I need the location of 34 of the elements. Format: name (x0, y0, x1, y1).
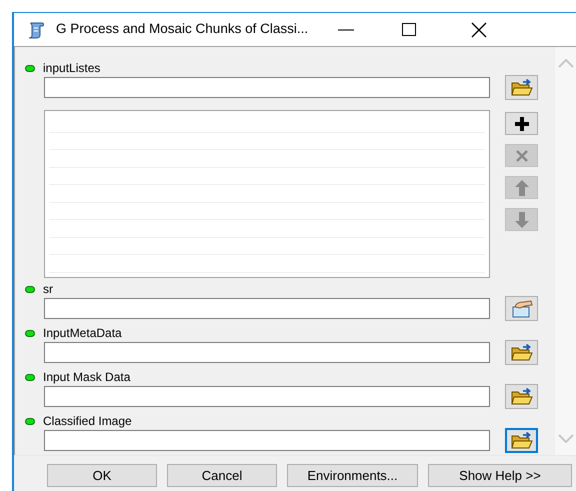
add-button[interactable] (505, 112, 538, 135)
folder-icon (510, 79, 532, 96)
spatial-reference-button[interactable] (505, 296, 538, 321)
dialog-button[interactable]: Cancel (167, 464, 277, 487)
input-field[interactable] (44, 342, 490, 363)
parameter-label: Classified Image (43, 414, 132, 428)
parameter-label: InputMetaData (43, 326, 122, 340)
browse-button[interactable] (505, 428, 538, 453)
folder-icon (510, 388, 532, 405)
browse-button[interactable] (505, 75, 538, 100)
parameter-label: inputListes (43, 61, 100, 75)
hand-on-box-icon (510, 300, 532, 318)
browse-button[interactable] (505, 384, 538, 409)
dialog-button[interactable]: OK (47, 464, 157, 487)
input-field[interactable] (44, 386, 490, 407)
parameter-label: Input Mask Data (43, 370, 130, 384)
script-icon (27, 20, 45, 38)
arrow-up-icon (514, 180, 528, 196)
close-icon[interactable] (471, 22, 488, 38)
folder-icon (510, 344, 532, 361)
input-field[interactable] (44, 430, 490, 451)
folder-icon (510, 432, 532, 449)
dialog-button[interactable]: Show Help >> (428, 464, 572, 487)
maximize-icon[interactable] (402, 23, 416, 36)
browse-button[interactable] (505, 340, 538, 365)
parameter-label: sr (43, 282, 53, 296)
input-field[interactable] (44, 298, 490, 319)
dialog-button[interactable]: Environments... (287, 464, 418, 487)
plus-icon (514, 116, 530, 132)
close-icon (514, 150, 528, 162)
arrow-down-icon (514, 212, 528, 228)
window-title: G Process and Mosaic Chunks of Classi... (56, 20, 308, 38)
minimize-icon[interactable] (338, 28, 354, 30)
input-field[interactable] (44, 77, 490, 98)
